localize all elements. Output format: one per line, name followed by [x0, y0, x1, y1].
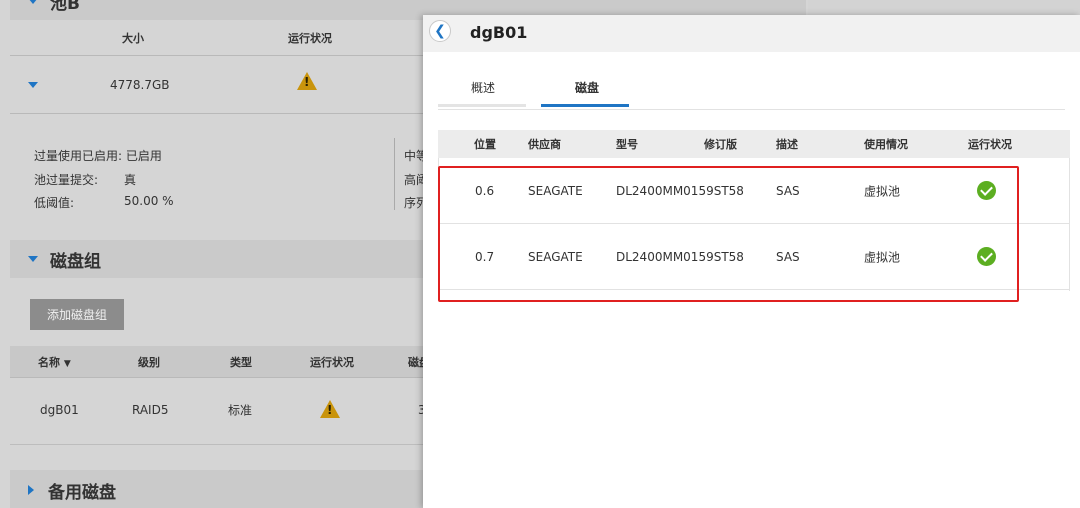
diskgroup-name: dgB01 [40, 403, 79, 417]
col-status: 运行状况 [288, 31, 332, 45]
col-name[interactable]: 名称 ▼ [38, 354, 71, 370]
warning-icon [320, 400, 340, 418]
col-model: 型号 [616, 138, 638, 151]
highlight-box [438, 166, 1019, 302]
sort-down-icon: ▼ [63, 358, 71, 369]
back-button[interactable]: ❮ [429, 20, 451, 42]
tab-disks[interactable]: 磁盘 [575, 79, 599, 96]
col-name-label: 名称 [38, 355, 60, 369]
diskgroup-type: 标准 [228, 403, 253, 418]
col-usage: 使用情况 [864, 138, 908, 151]
panel-title: dgB01 [470, 23, 528, 42]
tabs-rule [438, 109, 1065, 110]
info-low-threshold-label: 低阈值: [34, 196, 75, 210]
collapse-triangle-icon [28, 0, 38, 4]
add-diskgroup-button[interactable]: 添加磁盘组 [30, 299, 124, 330]
info-overcommit-label: 过量使用已启用: [34, 149, 123, 163]
col-type: 类型 [230, 355, 252, 369]
info-overcommit-value: 已启用 [125, 149, 162, 163]
col-size: 大小 [122, 31, 144, 45]
expand-triangle-icon [28, 485, 34, 495]
col-level: 级别 [138, 355, 160, 369]
info-pool-commit: 池过量提交: 真 [34, 171, 136, 188]
info-low-threshold: 低阈值: 50.00 % [34, 194, 174, 211]
col-vendor: 供应商 [528, 138, 561, 151]
col-health: 运行状况 [310, 355, 354, 369]
info-divider [394, 138, 395, 210]
pool-size: 4778.7GB [110, 77, 170, 92]
info-overcommit: 过量使用已启用: 已启用 [34, 147, 162, 164]
col-revision: 修订版 [704, 138, 737, 151]
tab-overview[interactable]: 概述 [471, 79, 495, 96]
diskgroup-level: RAID5 [132, 403, 169, 417]
collapse-triangle-icon [28, 256, 38, 262]
info-low-threshold-value: 50.00 % [124, 194, 174, 208]
chevron-left-icon: ❮ [434, 23, 446, 39]
tab-overview-underline [438, 104, 526, 107]
spare-section-title: 备用磁盘 [48, 482, 116, 503]
diskgroup-section-title: 磁盘组 [50, 251, 101, 272]
tab-disks-underline [541, 104, 629, 107]
col-location: 位置 [474, 138, 496, 151]
panel-header: ❮ dgB01 [423, 15, 1080, 52]
info-pool-commit-value: 真 [124, 173, 137, 187]
warning-icon [297, 72, 317, 90]
disk-table-header: 位置 供应商 型号 修订版 描述 使用情况 运行状况 [438, 130, 1070, 158]
pool-title: 池B [50, 0, 80, 14]
info-pool-commit-label: 池过量提交: [34, 173, 99, 187]
col-description: 描述 [776, 138, 798, 151]
col-health: 运行状况 [968, 138, 1012, 151]
expand-row-icon[interactable] [28, 81, 38, 88]
